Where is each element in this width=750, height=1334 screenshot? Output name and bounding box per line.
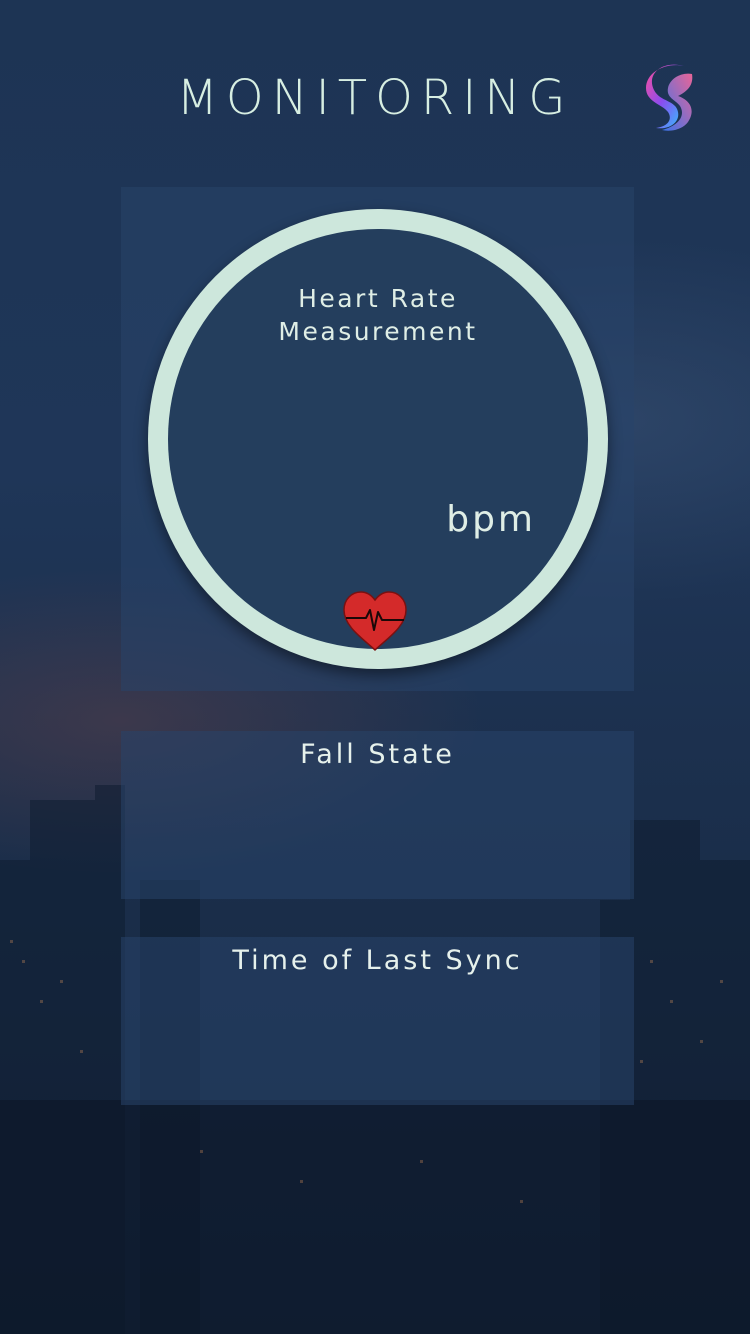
- heart-rate-gauge: Heart Rate Measurement bpm: [148, 209, 608, 669]
- last-sync-panel: Time of Last Sync: [121, 937, 634, 1105]
- heart-rate-label-line1: Heart Rate: [298, 284, 458, 313]
- fall-state-title: Fall State: [300, 739, 455, 770]
- heart-rate-label: Heart Rate Measurement: [168, 282, 588, 348]
- last-sync-title: Time of Last Sync: [232, 945, 523, 976]
- heart-rate-gauge-face: Heart Rate Measurement bpm: [168, 229, 588, 652]
- app-logo-s-icon[interactable]: [632, 60, 702, 132]
- bpm-unit-label: bpm: [446, 499, 536, 540]
- heart-rate-label-line2: Measurement: [278, 317, 478, 346]
- fall-state-panel: Fall State: [121, 731, 634, 899]
- heart-pulse-icon: [343, 591, 407, 652]
